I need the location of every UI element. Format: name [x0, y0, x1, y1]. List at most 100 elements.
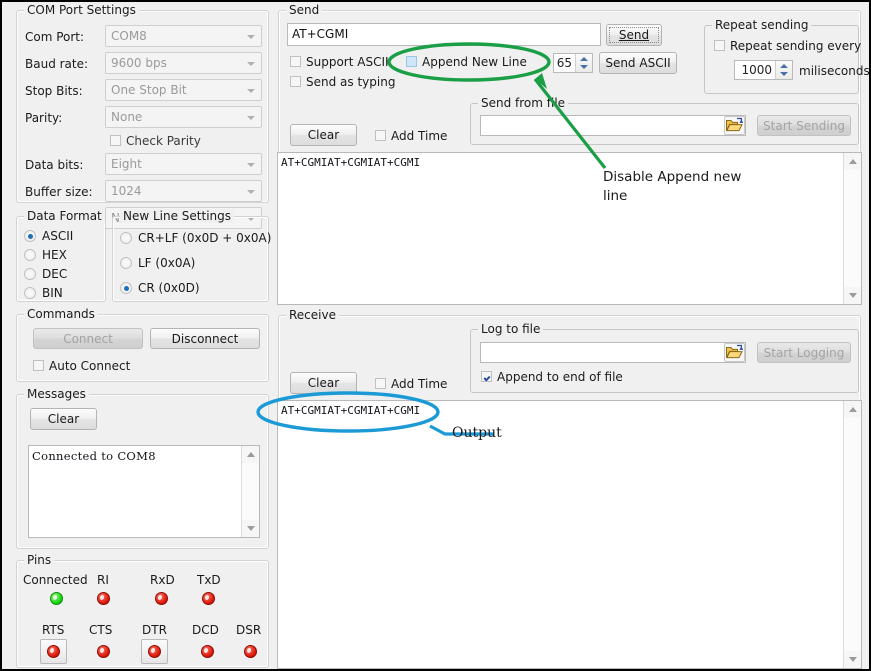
support-ascii-checkbox[interactable]: Support ASCII: [290, 55, 389, 69]
chevron-down-icon: [247, 89, 255, 93]
scrollbar-track[interactable]: [844, 170, 861, 287]
auto-connect-label: Auto Connect: [49, 359, 130, 373]
send-button[interactable]: Send: [606, 24, 662, 46]
radio-newline-cr[interactable]: CR (0x0D): [120, 281, 200, 295]
pin-led-dcd: [201, 645, 214, 658]
radio-label: ASCII: [42, 229, 73, 243]
ascii-code-spinner[interactable]: 65: [553, 53, 593, 73]
browse-send-file-button[interactable]: [724, 116, 745, 135]
messages-group: Messages Clear Connected to COM8: [16, 394, 269, 549]
radio-data-format-dec[interactable]: DEC: [24, 267, 67, 281]
send-command-input[interactable]: AT+CGMI: [287, 23, 601, 46]
scroll-down-icon[interactable]: [844, 287, 861, 304]
spinner-buttons[interactable]: [575, 54, 592, 72]
radio-label: LF (0x0A): [138, 256, 195, 270]
send-from-file-path-input[interactable]: [480, 115, 746, 136]
folder-open-icon: [725, 117, 744, 134]
browse-log-file-button[interactable]: [724, 343, 745, 362]
messages-clear-button[interactable]: Clear: [30, 408, 97, 430]
com-port-settings-title: COM Port Settings: [24, 3, 139, 17]
append-end-of-file-label: Append to end of file: [497, 370, 623, 384]
scrollbar-track[interactable]: [844, 418, 861, 651]
log-to-file-title: Log to file: [478, 322, 543, 336]
chevron-down-icon: [247, 35, 255, 39]
label-stop-bits: Stop Bits:: [25, 84, 83, 98]
parity-select[interactable]: None: [105, 106, 262, 128]
radio-label: CR (0x0D): [138, 281, 200, 295]
scroll-down-icon[interactable]: [242, 520, 259, 537]
chevron-down-icon: [247, 62, 255, 66]
start-logging-button[interactable]: Start Logging: [757, 342, 851, 363]
buffer-size-value: 1024: [111, 184, 142, 198]
repeat-sending-title: Repeat sending: [712, 18, 811, 32]
send-output-pane[interactable]: AT+CGMIAT+CGMIAT+CGMI: [277, 152, 862, 305]
pin-led-rxd: [155, 592, 168, 605]
radio-dot: [24, 230, 36, 242]
radio-newline-lf[interactable]: LF (0x0A): [120, 256, 195, 270]
ascii-code-value: 65: [554, 54, 575, 72]
check-parity-checkbox[interactable]: Check Parity: [110, 134, 201, 148]
spinner-buttons[interactable]: [775, 61, 792, 79]
scroll-up-icon[interactable]: [242, 446, 259, 463]
radio-label: HEX: [42, 248, 67, 262]
send-as-typing-label: Send as typing: [306, 75, 395, 89]
radio-newline-crlf[interactable]: CR+LF (0x0D + 0x0A): [120, 231, 271, 245]
auto-connect-checkbox[interactable]: Auto Connect: [33, 359, 130, 373]
checkbox-box: [33, 360, 44, 371]
baud-rate-select[interactable]: 9600 bps: [105, 52, 262, 74]
radio-label: CR+LF (0x0D + 0x0A): [138, 231, 271, 245]
disconnect-button[interactable]: Disconnect: [150, 328, 260, 349]
receive-clear-button[interactable]: Clear: [290, 372, 357, 394]
pin-label-ri: RI: [97, 573, 109, 587]
scroll-up-icon[interactable]: [844, 401, 861, 418]
repeat-interval-spinner[interactable]: 1000: [734, 60, 793, 80]
messages-scrollbar[interactable]: [241, 446, 259, 537]
radio-dot: [120, 257, 132, 269]
repeat-sending-checkbox[interactable]: Repeat sending every: [714, 39, 861, 53]
radio-data-format-ascii[interactable]: ASCII: [24, 229, 73, 243]
scroll-down-icon[interactable]: [844, 651, 861, 668]
log-to-file-group: Log to file Start Logging Append to end …: [470, 329, 859, 393]
receive-output-pane[interactable]: AT+CGMIAT+CGMIAT+CGMI: [277, 400, 862, 669]
send-output-scrollbar[interactable]: [843, 153, 861, 304]
commands-title: Commands: [24, 307, 98, 321]
com-port-select[interactable]: COM8: [105, 25, 262, 47]
receive-output-scrollbar[interactable]: [843, 401, 861, 668]
pin-led-dtr: [148, 645, 161, 658]
radio-label: DEC: [42, 267, 67, 281]
pin-label-dcd: DCD: [192, 623, 219, 637]
receive-output-text: AT+CGMIAT+CGMIAT+CGMI: [281, 404, 841, 417]
send-add-time-checkbox[interactable]: Add Time: [375, 129, 447, 143]
radio-data-format-bin[interactable]: BIN: [24, 286, 63, 300]
stop-bits-select[interactable]: One Stop Bit: [105, 79, 262, 101]
checkbox-box: [375, 378, 386, 389]
append-new-line-label: Append New Line: [422, 55, 527, 69]
send-as-typing-checkbox[interactable]: Send as typing: [290, 75, 395, 89]
radio-dot: [120, 282, 132, 294]
radio-data-format-hex[interactable]: HEX: [24, 248, 67, 262]
append-new-line-checkbox[interactable]: Append New Line: [406, 55, 527, 69]
data-bits-select[interactable]: Eight: [105, 153, 262, 175]
scrollbar-track[interactable]: [242, 463, 259, 520]
log-to-file-path-input[interactable]: [480, 342, 746, 363]
scroll-up-icon[interactable]: [844, 153, 861, 170]
buffer-size-select[interactable]: 1024: [105, 180, 262, 202]
repeat-sending-group: Repeat sending Repeat sending every 1000…: [704, 25, 859, 94]
messages-title: Messages: [24, 387, 89, 401]
chevron-down-icon: [247, 163, 255, 167]
new-line-settings-title: New Line Settings: [120, 209, 234, 223]
radio-dot: [120, 232, 132, 244]
messages-log-pane[interactable]: Connected to COM8: [28, 445, 260, 538]
start-sending-button[interactable]: Start Sending: [757, 115, 851, 136]
messages-log-text: Connected to COM8: [32, 449, 239, 463]
send-clear-button[interactable]: Clear: [290, 124, 357, 146]
send-ascii-button[interactable]: Send ASCII: [599, 52, 677, 74]
pin-led-connected: [50, 592, 63, 605]
connect-button[interactable]: Connect: [33, 328, 143, 349]
parity-value: None: [111, 110, 142, 124]
disconnect-button-label: Disconnect: [172, 332, 239, 346]
receive-add-time-checkbox[interactable]: Add Time: [375, 377, 447, 391]
append-end-of-file-checkbox[interactable]: Append to end of file: [481, 370, 623, 384]
data-bits-value: Eight: [111, 157, 142, 171]
checkbox-box: [290, 56, 301, 67]
